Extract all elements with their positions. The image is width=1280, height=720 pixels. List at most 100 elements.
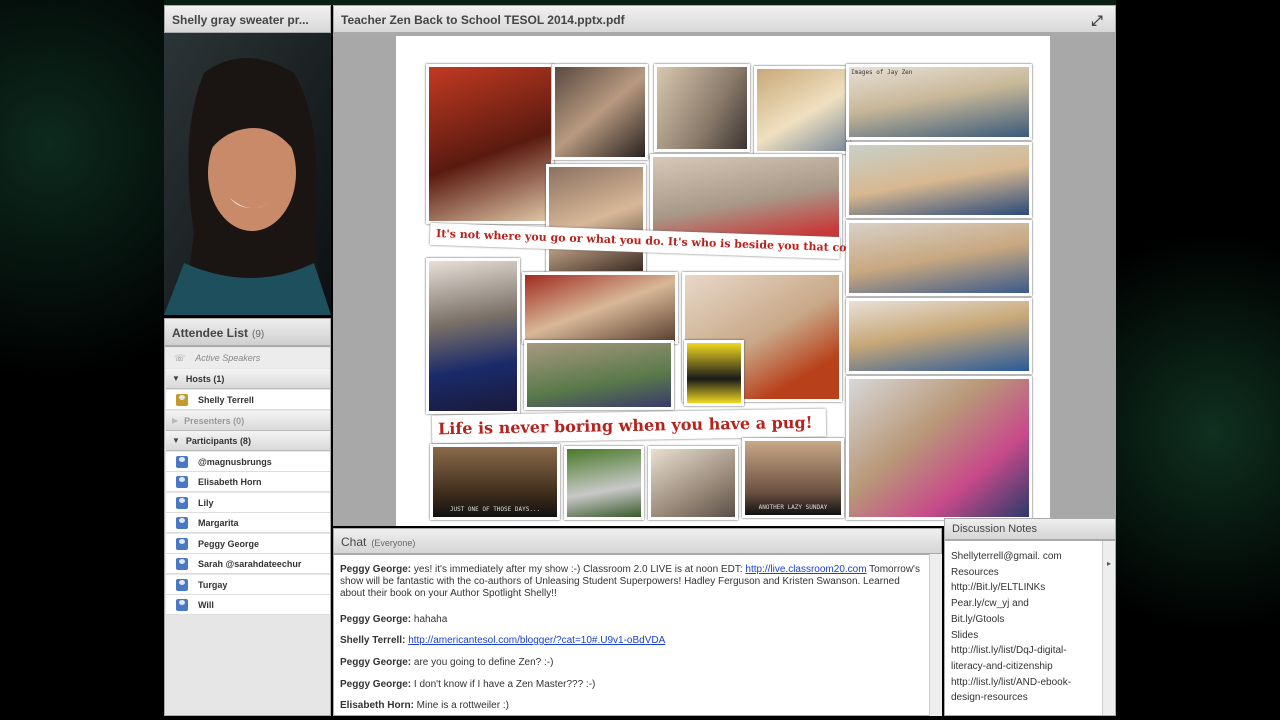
chat-sender: Peggy George:	[340, 657, 412, 668]
hosts-section[interactable]: ▼ Hosts (1)	[166, 369, 330, 389]
attendee-name: Elisabeth Horn	[198, 476, 262, 487]
chat-message: Shelly Terrell: http://americantesol.com…	[340, 635, 920, 647]
participant-icon	[176, 578, 188, 591]
photo	[426, 64, 554, 224]
attendee-name: Lily	[198, 497, 214, 508]
participants-label: Participants (8)	[185, 435, 251, 446]
chat-message: Elisabeth Horn: Mine is a rottweiler :)	[340, 700, 920, 712]
photo	[524, 340, 674, 410]
collapse-arrow-icon[interactable]: ▼	[172, 436, 180, 445]
attendee-row[interactable]: Sarah @sarahdateechur	[166, 554, 330, 574]
chat-sender: Peggy George:	[340, 679, 412, 690]
webcam-video	[164, 33, 331, 315]
photo	[846, 298, 1032, 374]
poster-caption-right: ANOTHER LAZY SUNDAY	[758, 504, 828, 511]
hosts-label: Hosts (1)	[185, 373, 225, 384]
chat-link[interactable]: http://live.classroom20.com	[745, 564, 866, 575]
attendee-list: ☏ Active Speakers ▼ Hosts (1) Shelly Terre…	[164, 346, 331, 716]
attendee-name: Margarita	[198, 517, 239, 528]
attendee-row[interactable]: Elisabeth Horn	[166, 472, 330, 492]
chat-link[interactable]: http://americantesol.com/blogger/?cat=10…	[408, 635, 665, 646]
participant-icon	[176, 455, 188, 468]
poster-caption-left: JUST ONE OF THOSE DAYS...	[449, 506, 541, 513]
attendee-row[interactable]: Shelly Terrell	[166, 390, 330, 410]
attendee-row[interactable]: Will	[166, 595, 330, 615]
chat-message: Peggy George: hahaha	[340, 614, 920, 626]
photo	[684, 340, 744, 406]
microphone-icon: ☏	[174, 352, 186, 363]
attendee-name: Sarah @sarahdateechur	[198, 558, 302, 569]
attendee-row[interactable]: Peggy George	[166, 534, 330, 554]
chat-sender: Shelly Terrell:	[340, 635, 406, 646]
chat-message: Peggy George: yes! it's immediately afte…	[340, 564, 920, 600]
photo	[546, 164, 646, 274]
attendee-list-header[interactable]: Attendee List (9)	[164, 318, 331, 346]
participant-icon	[176, 496, 188, 509]
attendee-name: Peggy George	[198, 538, 260, 549]
share-pod-header[interactable]: Teacher Zen Back to School TESOL 2014.pp…	[333, 5, 1116, 33]
photo	[654, 64, 750, 152]
attendee-name: Will	[198, 599, 214, 610]
attendee-row[interactable]: Margarita	[166, 513, 330, 533]
collage-label: Images of Jay Zen	[851, 69, 913, 76]
camera-pod-title[interactable]: Shelly gray sweater pr...	[164, 5, 331, 33]
chat-pod-header[interactable]: Chat (Everyone)	[333, 528, 942, 554]
host-icon	[176, 393, 188, 406]
attendee-row[interactable]: Turgay	[166, 575, 330, 595]
attendee-name: Shelly Terrell	[198, 394, 254, 405]
poster-photo: ANOTHER LAZY SUNDAY	[742, 438, 844, 518]
chat-scope: (Everyone)	[371, 538, 416, 548]
notes-scrollbar[interactable]: ▸	[1102, 541, 1115, 715]
photo	[846, 142, 1032, 218]
photo	[846, 220, 1032, 296]
attendee-row[interactable]: @magnusbrungs	[166, 452, 330, 472]
attendee-count: (9)	[252, 329, 265, 340]
photo: Images of Jay Zen	[846, 64, 1032, 140]
chat-message: Peggy George: are you going to define Ze…	[340, 657, 920, 669]
photo	[754, 66, 850, 154]
chat-text: Mine is a rottweiler :)	[413, 700, 509, 711]
participant-icon	[176, 598, 188, 611]
photo	[648, 446, 738, 520]
participant-icon	[176, 557, 188, 570]
presenters-section[interactable]: ▶ Presenters (0)	[166, 411, 330, 431]
active-speakers-row[interactable]: ☏ Active Speakers	[166, 348, 330, 368]
chat-text: are you going to define Zen? :-)	[411, 657, 554, 668]
share-pod-title: Teacher Zen Back to School TESOL 2014.pp…	[341, 13, 625, 27]
photo	[552, 64, 648, 160]
participant-icon	[176, 537, 188, 550]
collapse-arrow-icon: ▶	[172, 416, 179, 425]
poster-photo: JUST ONE OF THOSE DAYS...	[430, 444, 560, 520]
chat-message: Peggy George: I don't know if I have a Z…	[340, 679, 920, 691]
participants-section[interactable]: ▼ Participants (8)	[166, 431, 330, 451]
presenter-portrait	[164, 33, 331, 315]
participant-icon	[176, 475, 188, 488]
attendee-row[interactable]: Lily	[166, 493, 330, 513]
chat-sender: Peggy George:	[340, 614, 412, 625]
attendee-name: Turgay	[198, 579, 228, 590]
attendee-list-title: Attendee List	[172, 326, 249, 340]
chat-text: I don't know if I have a Zen Master??? :…	[411, 679, 596, 690]
chat-text: hahaha	[411, 614, 448, 625]
notes-pod-title[interactable]: Discussion Notes	[944, 518, 1116, 540]
attendee-name: @magnusbrungs	[198, 456, 272, 467]
chat-text: yes! it's immediately after my show :-) …	[411, 564, 746, 575]
active-speakers-label: Active Speakers	[195, 353, 261, 363]
photo	[846, 376, 1032, 520]
notes-content: Shellyterrell@gmail. com Resources http:…	[951, 551, 1072, 704]
desktop-background-right	[1116, 0, 1280, 720]
desktop-background-left	[0, 0, 164, 720]
chat-title: Chat	[341, 535, 367, 549]
slide: It's not where you go or what you do. It…	[396, 36, 1050, 526]
photo	[522, 272, 678, 344]
chat-messages: Peggy George: yes! it's immediately afte…	[333, 554, 942, 716]
collapse-arrow-icon[interactable]: ▼	[172, 374, 180, 383]
chat-sender: Peggy George:	[340, 564, 412, 575]
chat-scrollbar[interactable]	[929, 554, 942, 716]
photo	[426, 258, 520, 414]
presenters-label: Presenters (0)	[184, 415, 245, 426]
scroll-arrow-icon[interactable]: ▸	[1107, 559, 1111, 568]
photo	[564, 446, 644, 520]
fullscreen-icon[interactable]: ⤢	[1089, 12, 1105, 28]
notes-pod: Shellyterrell@gmail. com Resources http:…	[944, 540, 1116, 716]
